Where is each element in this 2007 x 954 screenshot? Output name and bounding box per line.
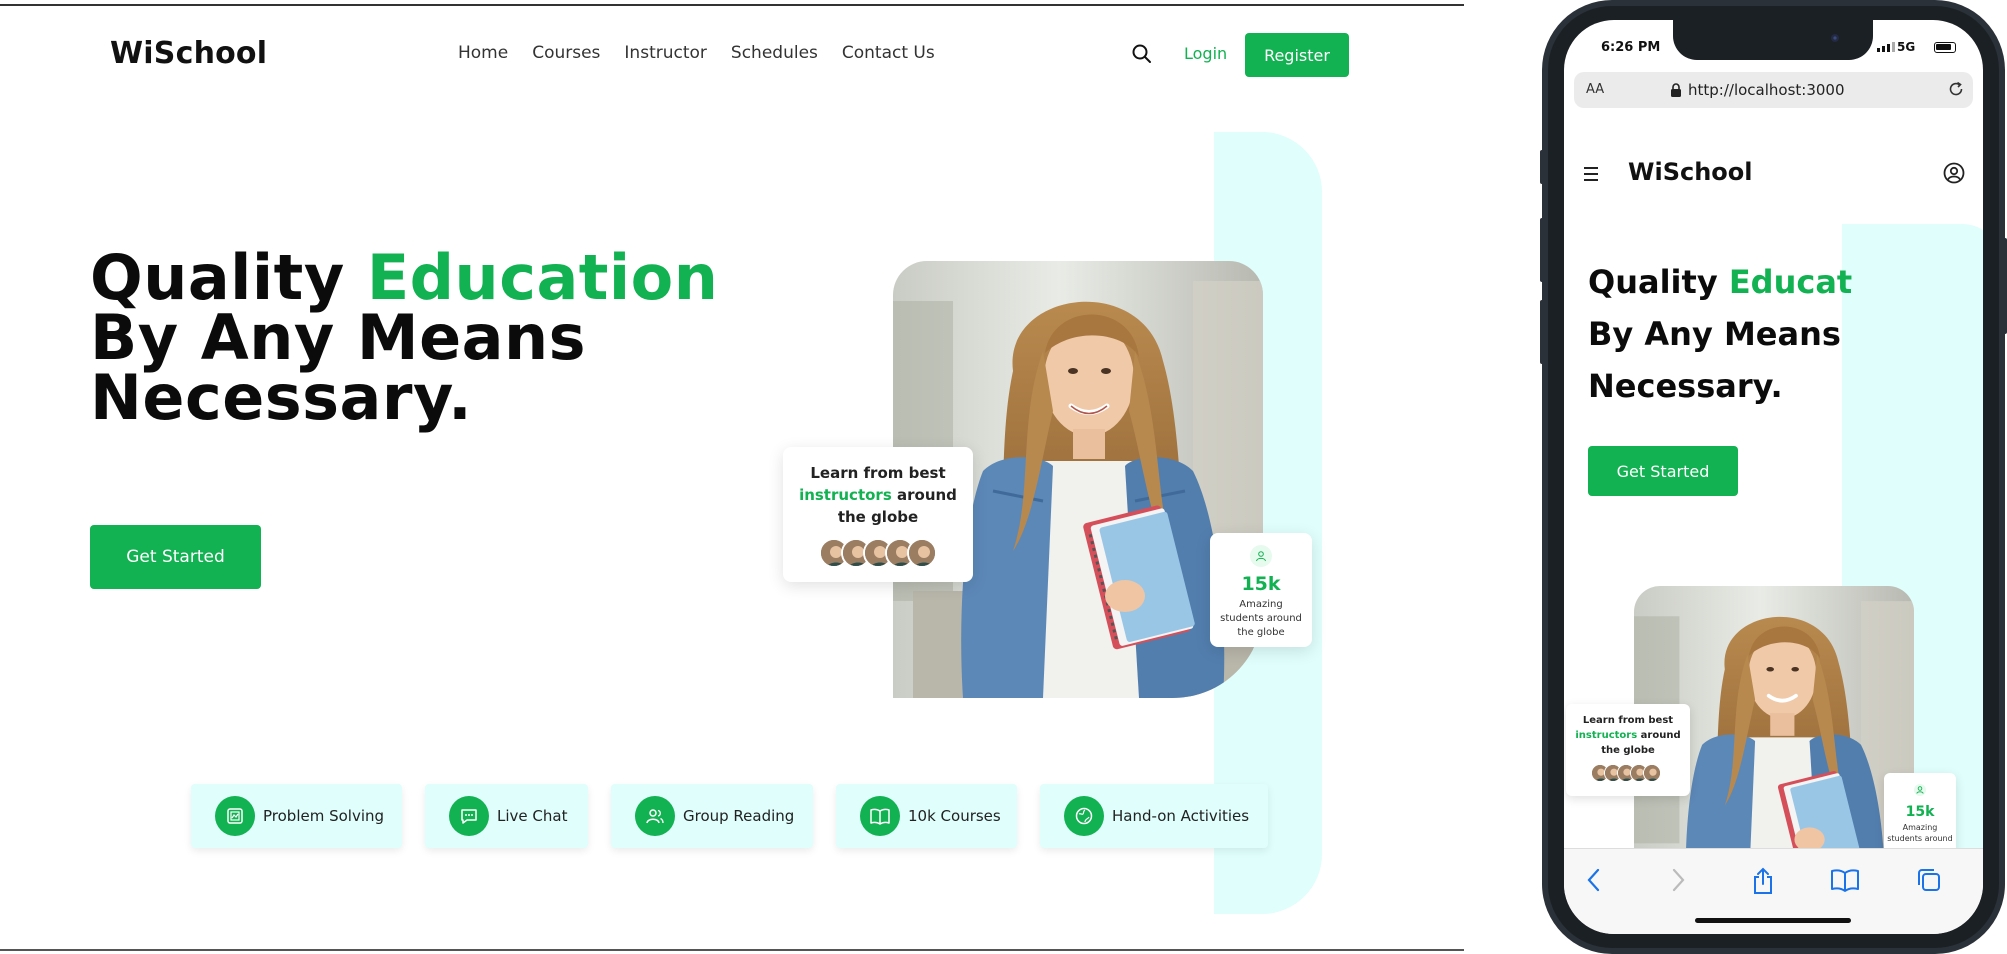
hero-title-line3: Necessary. [90,361,473,434]
hero-title-line3: Necessary. [1588,367,1783,405]
feature-label: Live Chat [497,807,568,825]
nav-instructor[interactable]: Instructor [624,43,706,63]
status-time: 6:26 PM [1601,40,1661,55]
feature-label: 10k Courses [908,807,1001,825]
students-stat-card: 15k Amazing students around [1884,773,1956,848]
user-account-icon[interactable] [1943,162,1965,184]
group-icon [635,796,675,836]
problem-solving-icon [215,796,255,836]
feature-live-chat[interactable]: Live Chat [425,784,588,848]
battery-icon [1934,42,1956,53]
instructors-card-accent: instructors [799,486,892,504]
instructors-card-text: Learn from best instructors around the g… [783,462,973,528]
tabs-icon[interactable] [1916,867,1942,893]
feature-problem-solving[interactable]: Problem Solving [191,784,402,848]
hero-title: Quality Education By Any Means Necessary… [90,247,718,429]
home-indicator [1695,918,1851,923]
instructors-card-line2: around [891,486,957,504]
phone-mockup: 6:26 PM 5G AA http://localhost:3000 WiSc… [1540,0,2007,954]
nav-contact-us[interactable]: Contact Us [842,43,935,63]
feature-label: Group Reading [683,807,795,825]
signal-icon [1877,42,1895,52]
browser-address-bar[interactable]: AA http://localhost:3000 [1574,72,1973,108]
hamburger-menu-icon[interactable] [1584,166,1602,182]
students-label-line2: students around [1887,834,1953,843]
reload-icon[interactable] [1947,80,1965,98]
site-logo[interactable]: WiSchool [110,36,267,71]
search-icon[interactable] [1131,43,1153,65]
browser-url[interactable]: http://localhost:3000 [1688,81,1845,99]
students-label-line3: the globe [1237,627,1285,638]
students-stat-card: 15k Amazing students around the globe [1210,533,1312,647]
students-label-line1: Amazing [1902,823,1938,832]
students-count: 15k [1241,573,1281,595]
user-icon [1250,545,1272,567]
students-label-line1: Amazing [1239,599,1283,610]
instructors-card-line3: the globe [1601,745,1655,756]
phone-screen: 6:26 PM 5G AA http://localhost:3000 WiSc… [1564,20,1983,934]
text-size-button[interactable]: AA [1586,82,1604,97]
hero-title: Quality Educat By Any Means Necessary. [1588,256,1852,412]
hero-title-part1: Quality [1588,263,1729,301]
book-icon [860,796,900,836]
instructors-card: Learn from best instructors around the g… [1566,704,1690,796]
main-nav: Home Courses Instructor Schedules Contac… [458,43,935,63]
feature-label: Problem Solving [263,807,385,825]
get-started-button[interactable]: Get Started [1588,446,1738,496]
nav-home[interactable]: Home [458,43,508,63]
phone-page: WiSchool Quality Educat By Any Means Nec… [1564,120,1983,848]
students-label: Amazing students around [1884,822,1956,844]
instructors-card-text: Learn from best instructors around the g… [1566,713,1690,758]
window-edge-bottom [0,949,1464,951]
instructors-card-line3: the globe [837,508,919,526]
user-icon [1914,784,1926,796]
hero-title-accent: Educat [1728,263,1853,301]
feature-10k-courses[interactable]: 10k Courses [836,784,1017,848]
students-label: Amazing students around the globe [1210,598,1312,640]
instructors-card-line1: Learn from best [810,464,946,482]
avatar [907,538,937,568]
share-icon[interactable] [1751,867,1775,895]
nav-schedules[interactable]: Schedules [731,43,818,63]
instructors-card-line2: around [1637,730,1681,741]
camera-icon [1831,34,1839,42]
window-edge-top [0,4,1464,6]
lock-icon [1671,83,1681,97]
back-icon[interactable] [1586,867,1602,893]
instructors-card-accent: instructors [1575,730,1638,741]
instructor-avatars [1566,764,1690,782]
register-button[interactable]: Register [1245,33,1349,77]
nav-courses[interactable]: Courses [532,43,600,63]
activities-icon [1064,796,1104,836]
hero-title-line2: By Any Means [1588,315,1841,353]
phone-notch [1673,20,1873,60]
feature-hand-on-activities[interactable]: Hand-on Activities [1040,784,1268,848]
get-started-button[interactable]: Get Started [90,525,261,589]
students-count: 15k [1905,804,1935,820]
feature-label: Hand-on Activities [1112,807,1250,825]
site-logo[interactable]: WiSchool [1628,158,1753,186]
students-label-line2: students around [1220,613,1302,624]
login-link[interactable]: Login [1184,44,1227,63]
instructor-avatars [783,538,973,568]
chat-icon [449,796,489,836]
avatar [1642,764,1661,782]
bookmarks-icon[interactable] [1830,867,1860,893]
network-indicator: 5G [1897,40,1916,54]
feature-group-reading[interactable]: Group Reading [611,784,813,848]
desktop-view: WiSchool Home Courses Instructor Schedul… [0,0,1464,954]
instructors-card-line1: Learn from best [1582,715,1674,726]
forward-icon[interactable] [1670,867,1686,893]
instructors-card: Learn from best instructors around the g… [783,447,973,582]
